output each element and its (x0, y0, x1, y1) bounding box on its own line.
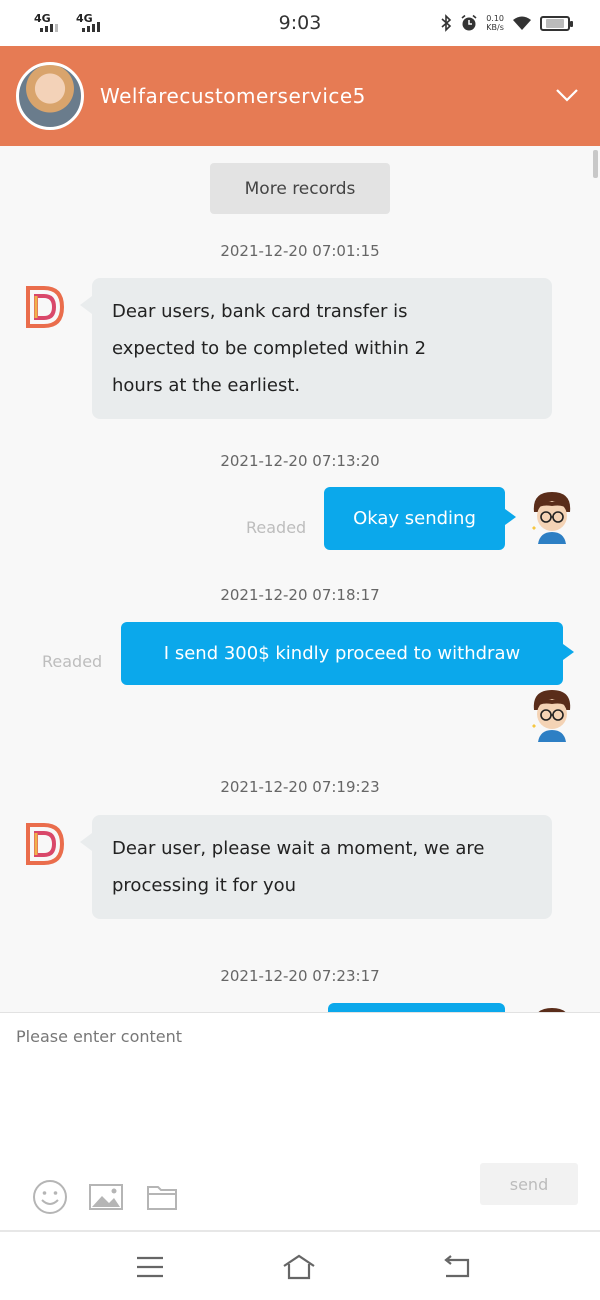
message-line: processing it for you (112, 875, 297, 896)
chat-header: Welfarecustomerservice5 (0, 46, 600, 146)
message-timestamp: 2021-12-20 07:01:15 (220, 242, 380, 260)
folder-icon[interactable] (144, 1179, 180, 1215)
service-logo-icon (26, 286, 65, 328)
message-bubble-agent: Dear user, please wait a moment, we are … (80, 815, 552, 919)
message-timestamp: 2021-12-20 07:19:23 (220, 778, 380, 796)
chat-title: Welfarecustomerservice5 (100, 84, 366, 108)
image-icon[interactable] (88, 1179, 124, 1215)
message-text: I send 300$ kindly proceed to withdraw (163, 643, 521, 664)
back-icon[interactable] (440, 1252, 474, 1282)
message-line: Dear user, please wait a moment, we are (112, 838, 485, 859)
send-button[interactable]: send (480, 1163, 578, 1205)
user-avatar-icon (532, 690, 571, 742)
message-line: hours at the earliest. (112, 375, 301, 396)
message-timestamp: 2021-12-20 07:23:17 (220, 967, 380, 985)
emoji-icon[interactable] (32, 1179, 68, 1215)
read-status: Readed (42, 652, 103, 671)
message-timestamp: 2021-12-20 07:18:17 (220, 586, 380, 604)
service-logo-icon (26, 823, 65, 865)
chevron-down-icon[interactable] (556, 84, 578, 106)
status-bar: 4G 4G 9:03 0.10 KB/s (0, 0, 600, 46)
message-bubble-user: Okay sending (324, 487, 516, 550)
message-text: Okay sending (353, 508, 476, 529)
status-time: 9:03 (278, 12, 322, 34)
read-status: Readed (246, 518, 307, 537)
user-avatar-icon (538, 1008, 566, 1012)
scrollbar[interactable] (593, 150, 598, 178)
message-line: Dear users, bank card transfer is (112, 301, 408, 322)
message-bubble-user: I send 300$ kindly proceed to withdraw (121, 622, 574, 685)
more-records-button[interactable]: More records (210, 163, 390, 214)
message-bubble-user (328, 1003, 505, 1012)
system-nav-bar (0, 1230, 600, 1300)
composer: send (0, 1012, 600, 1230)
agent-profile-avatar[interactable] (16, 62, 84, 130)
message-input[interactable] (16, 1027, 576, 1147)
menu-icon[interactable] (133, 1252, 167, 1282)
chat-messages[interactable]: More records 2021-12-20 07:01:15 Dear us… (0, 146, 600, 1012)
home-icon[interactable] (282, 1252, 316, 1282)
message-line: expected to be completed within 2 (112, 338, 427, 359)
user-avatar-icon (532, 492, 571, 544)
battery-icon (540, 15, 573, 31)
message-timestamp: 2021-12-20 07:13:20 (220, 452, 380, 470)
message-bubble-agent: Dear users, bank card transfer is expect… (80, 278, 552, 419)
